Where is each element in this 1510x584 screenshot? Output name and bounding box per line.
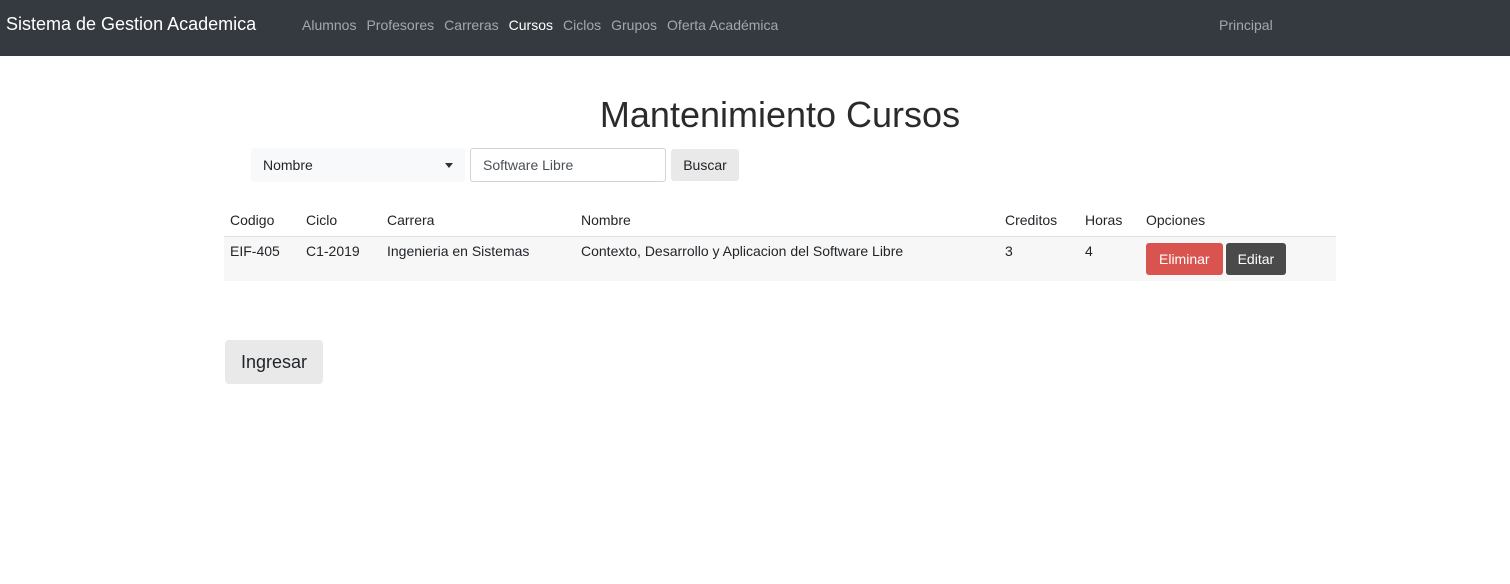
header-opciones: Opciones — [1140, 205, 1336, 237]
header-ciclo: Ciclo — [300, 205, 381, 237]
delete-button[interactable]: Eliminar — [1146, 243, 1223, 275]
nav-link-profesores[interactable]: Profesores — [366, 17, 434, 33]
edit-button[interactable]: Editar — [1225, 243, 1287, 275]
table-header-row: Codigo Ciclo Carrera Nombre Creditos Hor… — [224, 205, 1336, 237]
nav-links: Alumnos Profesores Carreras Cursos Ciclo… — [302, 17, 788, 33]
top-navbar: Sistema de Gestion Academica Alumnos Pro… — [0, 0, 1510, 56]
cell-opciones: Eliminar Editar — [1140, 237, 1336, 282]
search-button[interactable]: Buscar — [671, 149, 739, 181]
nav-link-cursos[interactable]: Cursos — [509, 17, 553, 33]
nav-link-ciclos[interactable]: Ciclos — [563, 17, 601, 33]
brand-link[interactable]: Sistema de Gestion Academica — [6, 14, 256, 35]
header-codigo: Codigo — [224, 205, 300, 237]
header-nombre: Nombre — [575, 205, 999, 237]
nav-link-alumnos[interactable]: Alumnos — [302, 17, 356, 33]
cell-nombre: Contexto, Desarrollo y Aplicacion del So… — [581, 243, 904, 259]
table-row: EIF-405 C1-2019 Ingenieria en Sistemas C… — [224, 236, 1336, 282]
caret-down-icon — [445, 162, 453, 168]
courses-table: Codigo Ciclo Carrera Nombre Creditos Hor… — [224, 205, 1336, 281]
header-horas: Horas — [1079, 205, 1140, 237]
search-filter-select[interactable]: Nombre — [251, 148, 465, 182]
nav-link-carreras[interactable]: Carreras — [444, 17, 498, 33]
ingresar-button[interactable]: Ingresar — [225, 340, 323, 384]
search-input[interactable] — [470, 148, 666, 182]
nav-link-principal[interactable]: Principal — [1219, 17, 1273, 33]
search-filter-value: Nombre — [263, 157, 313, 173]
cell-ciclo: C1-2019 — [306, 243, 360, 259]
header-creditos: Creditos — [999, 205, 1079, 237]
page-title: Mantenimiento Cursos — [599, 94, 961, 135]
cell-codigo: EIF-405 — [230, 243, 280, 259]
header-carrera: Carrera — [381, 205, 575, 237]
nav-link-oferta-academica[interactable]: Oferta Académica — [667, 17, 778, 33]
nav-link-grupos[interactable]: Grupos — [611, 17, 657, 33]
cell-horas: 4 — [1085, 243, 1093, 259]
cell-creditos: 3 — [1005, 243, 1013, 259]
courses-table-container: Codigo Ciclo Carrera Nombre Creditos Hor… — [224, 205, 1336, 281]
cell-carrera: Ingenieria en Sistemas — [387, 243, 530, 259]
